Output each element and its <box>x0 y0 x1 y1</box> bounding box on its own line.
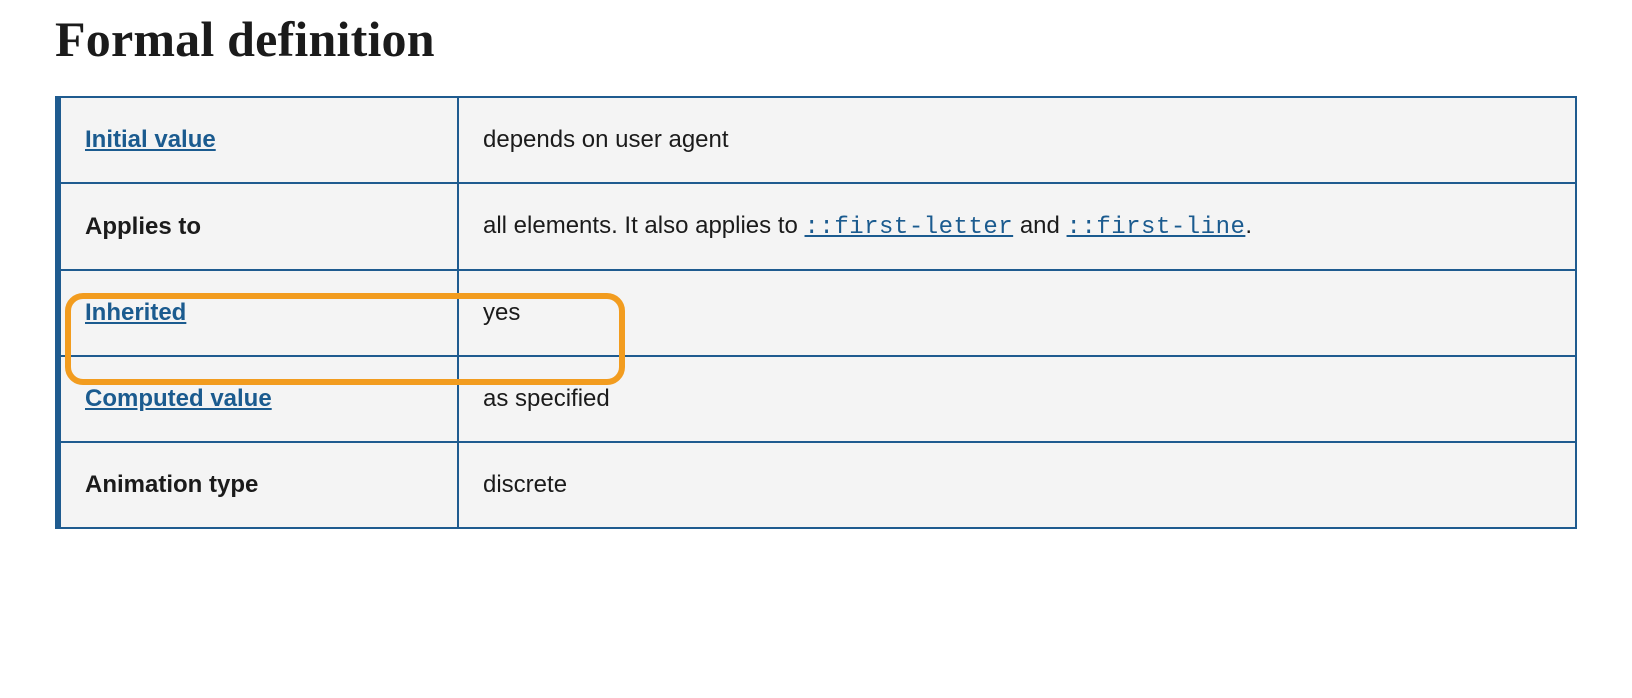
row-value-cell: all elements. It also applies to ::first… <box>458 183 1576 270</box>
table-row: Inherited yes <box>58 270 1576 356</box>
table-row: Computed value as specified <box>58 356 1576 442</box>
applies-to-suffix: . <box>1245 212 1252 239</box>
row-label-cell: Initial value <box>58 97 458 183</box>
formal-definition-table: Initial value depends on user agent Appl… <box>55 96 1577 529</box>
row-value-cell: discrete <box>458 442 1576 528</box>
inherited-link[interactable]: Inherited <box>85 299 186 326</box>
applies-to-prefix: all elements. It also applies to <box>483 212 805 239</box>
table-row: Animation type discrete <box>58 442 1576 528</box>
animation-type-label: Animation type <box>85 471 258 498</box>
applies-to-label: Applies to <box>85 213 201 240</box>
first-letter-link[interactable]: ::first-letter <box>805 214 1014 241</box>
row-label-cell: Inherited <box>58 270 458 356</box>
row-value-cell: yes <box>458 270 1576 356</box>
row-value-cell: as specified <box>458 356 1576 442</box>
row-value-cell: depends on user agent <box>458 97 1576 183</box>
table-row: Applies to all elements. It also applies… <box>58 183 1576 270</box>
row-label-cell: Applies to <box>58 183 458 270</box>
applies-to-connector: and <box>1013 212 1066 239</box>
computed-value-link[interactable]: Computed value <box>85 385 272 412</box>
section-heading: Formal definition <box>55 10 1577 68</box>
first-line-link[interactable]: ::first-line <box>1067 214 1246 241</box>
row-label-cell: Computed value <box>58 356 458 442</box>
table-container: Initial value depends on user agent Appl… <box>55 96 1577 529</box>
table-row: Initial value depends on user agent <box>58 97 1576 183</box>
initial-value-link[interactable]: Initial value <box>85 126 216 153</box>
row-label-cell: Animation type <box>58 442 458 528</box>
